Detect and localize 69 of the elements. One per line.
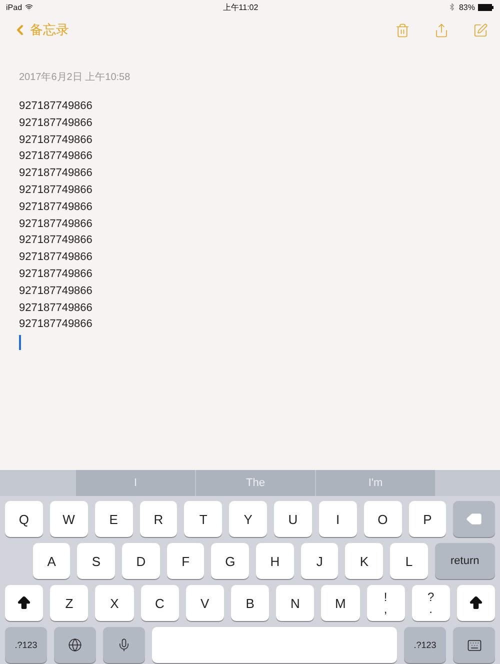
status-time: 上午11:02 bbox=[222, 2, 258, 12]
key[interactable]: E bbox=[94, 501, 133, 537]
key[interactable]: Q bbox=[5, 501, 43, 537]
key[interactable]: M bbox=[321, 585, 360, 621]
shift-key[interactable] bbox=[456, 585, 496, 621]
delete-icon bbox=[466, 511, 482, 527]
key[interactable]: W bbox=[50, 501, 88, 537]
return-key[interactable]: return bbox=[434, 543, 496, 579]
hide-keyboard-key[interactable] bbox=[453, 627, 495, 663]
key[interactable]: Y bbox=[229, 501, 268, 537]
key[interactable]: L bbox=[390, 543, 428, 579]
note-line: 927187749866 bbox=[19, 149, 94, 164]
delete-key[interactable] bbox=[453, 501, 496, 537]
key[interactable]: J bbox=[300, 543, 338, 579]
microphone-icon bbox=[117, 638, 131, 652]
trash-icon[interactable] bbox=[395, 22, 410, 38]
note-line: 927187749866 bbox=[19, 300, 94, 316]
key[interactable]: N bbox=[276, 585, 314, 621]
text-cursor bbox=[19, 335, 20, 350]
note-line: 927187749866 bbox=[19, 182, 94, 198]
key[interactable]: T bbox=[184, 501, 222, 537]
space-key[interactable] bbox=[152, 627, 397, 663]
key[interactable]: D bbox=[122, 543, 160, 579]
battery-percent: 83% bbox=[458, 2, 475, 12]
keyboard-icon bbox=[466, 638, 482, 652]
note-line: 927187749866 bbox=[19, 317, 94, 332]
note-line: 927187749866 bbox=[19, 132, 94, 148]
numbers-key[interactable]: .?123 bbox=[5, 627, 47, 663]
note-line: 927187749866 bbox=[19, 216, 94, 232]
device-name: iPad bbox=[6, 2, 22, 12]
key[interactable]: K bbox=[345, 543, 384, 579]
key[interactable]: O bbox=[364, 501, 402, 537]
share-icon[interactable] bbox=[434, 22, 449, 38]
battery-icon bbox=[478, 4, 494, 10]
key[interactable]: X bbox=[95, 585, 134, 621]
globe-icon bbox=[68, 638, 82, 652]
key[interactable]: I bbox=[318, 501, 357, 537]
key[interactable]: U bbox=[274, 501, 312, 537]
key[interactable]: ! , bbox=[366, 585, 405, 621]
key[interactable]: A bbox=[32, 543, 70, 579]
note-line: 927187749866 bbox=[19, 284, 94, 299]
key[interactable]: Z bbox=[50, 585, 88, 621]
microphone-key[interactable] bbox=[103, 627, 145, 663]
key[interactable]: H bbox=[256, 543, 294, 579]
note-line: 927187749866 bbox=[19, 99, 94, 114]
compose-icon[interactable] bbox=[473, 22, 488, 38]
bluetooth-icon bbox=[448, 3, 456, 11]
note-line: 927187749866 bbox=[19, 266, 94, 282]
globe-key[interactable] bbox=[54, 627, 96, 663]
key[interactable]: S bbox=[77, 543, 116, 579]
key[interactable]: F bbox=[166, 543, 204, 579]
shift-key[interactable] bbox=[5, 585, 44, 621]
wifi-icon bbox=[25, 3, 34, 11]
key[interactable]: ? . bbox=[412, 585, 450, 621]
shift-icon bbox=[468, 595, 484, 611]
key[interactable]: C bbox=[140, 585, 179, 621]
key[interactable]: P bbox=[408, 501, 446, 537]
note-date: 2017年6月2日 上午10:58 bbox=[19, 70, 132, 84]
key[interactable]: G bbox=[211, 543, 250, 579]
key[interactable]: R bbox=[140, 501, 178, 537]
key[interactable]: V bbox=[186, 585, 224, 621]
note-line: 927187749866 bbox=[19, 116, 94, 131]
numbers-key[interactable]: .?123 bbox=[404, 627, 446, 663]
note-line: 927187749866 bbox=[19, 200, 94, 215]
note-line: 927187749866 bbox=[19, 233, 94, 248]
key[interactable]: B bbox=[230, 585, 270, 621]
note-line: 927187749866 bbox=[19, 250, 94, 266]
note-line: 927187749866 bbox=[19, 166, 94, 182]
shift-icon bbox=[16, 595, 32, 611]
